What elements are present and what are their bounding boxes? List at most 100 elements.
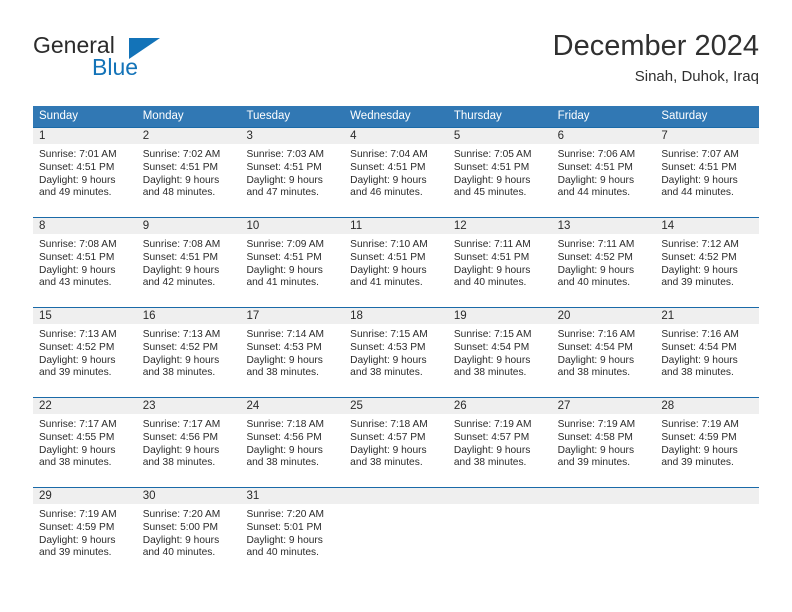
day-cell[interactable]: 28 Sunrise: 7:19 AM Sunset: 4:59 PM Dayl…	[655, 397, 760, 487]
sunset-text: Sunset: 4:54 PM	[557, 341, 633, 353]
day-cell[interactable]: 17 Sunrise: 7:14 AM Sunset: 4:53 PM Dayl…	[240, 307, 345, 397]
day-details: Sunrise: 7:11 AM Sunset: 4:51 PM Dayligh…	[448, 234, 552, 290]
day-cell[interactable]: 20 Sunrise: 7:16 AM Sunset: 4:54 PM Dayl…	[551, 307, 656, 397]
sunrise-text: Sunrise: 7:19 AM	[661, 419, 739, 430]
sunset-text: Sunset: 4:59 PM	[39, 521, 115, 533]
day-cell[interactable]: 24 Sunrise: 7:18 AM Sunset: 4:56 PM Dayl…	[240, 397, 345, 487]
general-blue-logo[interactable]: General Blue	[33, 32, 243, 90]
day-number: 21	[661, 310, 675, 322]
sunrise-text: Sunrise: 7:19 AM	[557, 419, 636, 430]
day-cell[interactable]: 21 Sunrise: 7:16 AM Sunset: 4:54 PM Dayl…	[655, 307, 760, 397]
day-number-band: 13	[551, 217, 656, 234]
daylight-text-line2: and 38 minutes.	[39, 457, 112, 469]
sunset-text: Sunset: 4:52 PM	[142, 341, 219, 353]
weekday-header-monday: Monday	[142, 110, 184, 122]
day-details: Sunrise: 7:20 AM Sunset: 5:01 PM Dayligh…	[240, 504, 344, 560]
day-details: Sunrise: 7:08 AM Sunset: 4:51 PM Dayligh…	[33, 234, 137, 290]
day-number-band: 6	[551, 127, 656, 144]
day-cell[interactable]: 7 Sunrise: 7:07 AM Sunset: 4:51 PM Dayli…	[655, 127, 760, 217]
day-cell-empty	[447, 487, 552, 577]
sunset-text: Sunset: 4:56 PM	[246, 431, 322, 443]
daylight-text-line1: Daylight: 9 hours	[661, 264, 738, 276]
day-cell[interactable]: 10 Sunrise: 7:09 AM Sunset: 4:51 PM Dayl…	[240, 217, 345, 307]
day-cell[interactable]: 29 Sunrise: 7:19 AM Sunset: 4:59 PM Dayl…	[33, 487, 137, 577]
sunset-text: Sunset: 4:53 PM	[350, 341, 426, 353]
weekday-header-thursday: Thursday	[453, 110, 502, 122]
day-details	[344, 504, 448, 509]
sunrise-text: Sunrise: 7:20 AM	[142, 509, 221, 520]
day-cell[interactable]: 25 Sunrise: 7:18 AM Sunset: 4:57 PM Dayl…	[344, 397, 448, 487]
day-cell[interactable]: 26 Sunrise: 7:19 AM Sunset: 4:57 PM Dayl…	[447, 397, 552, 487]
daylight-text-line2: and 38 minutes.	[557, 367, 631, 379]
sunset-text: Sunset: 4:54 PM	[453, 341, 530, 353]
daylight-text-line1: Daylight: 9 hours	[557, 174, 635, 186]
sunset-text: Sunset: 4:52 PM	[39, 341, 115, 353]
sunset-text: Sunset: 4:57 PM	[453, 431, 530, 443]
sunset-text: Sunset: 4:51 PM	[246, 161, 322, 173]
sunrise-text: Sunrise: 7:11 AM	[557, 239, 635, 250]
daylight-text-line2: and 39 minutes.	[39, 547, 112, 559]
day-cell[interactable]: 13 Sunrise: 7:11 AM Sunset: 4:52 PM Dayl…	[551, 217, 656, 307]
sunset-text: Sunset: 4:59 PM	[661, 431, 737, 443]
day-number-band: 30	[136, 487, 241, 504]
day-cell[interactable]: 19 Sunrise: 7:15 AM Sunset: 4:54 PM Dayl…	[447, 307, 552, 397]
day-number-band: 17	[240, 307, 345, 324]
week-row: 29 Sunrise: 7:19 AM Sunset: 4:59 PM Dayl…	[33, 487, 760, 577]
sunset-text: Sunset: 4:51 PM	[142, 251, 219, 263]
day-cell[interactable]: 3 Sunrise: 7:03 AM Sunset: 4:51 PM Dayli…	[240, 127, 345, 217]
day-cell[interactable]: 15 Sunrise: 7:13 AM Sunset: 4:52 PM Dayl…	[33, 307, 137, 397]
daylight-text-line2: and 39 minutes.	[39, 367, 112, 379]
sunset-text: Sunset: 4:51 PM	[453, 161, 530, 173]
sunset-text: Sunset: 5:01 PM	[246, 521, 322, 533]
day-cell[interactable]: 30 Sunrise: 7:20 AM Sunset: 5:00 PM Dayl…	[136, 487, 241, 577]
sunset-text: Sunset: 4:51 PM	[661, 161, 737, 173]
day-cell[interactable]: 9 Sunrise: 7:08 AM Sunset: 4:51 PM Dayli…	[136, 217, 241, 307]
day-cell[interactable]: 11 Sunrise: 7:10 AM Sunset: 4:51 PM Dayl…	[344, 217, 448, 307]
day-details: Sunrise: 7:15 AM Sunset: 4:53 PM Dayligh…	[344, 324, 448, 380]
sunset-text: Sunset: 4:54 PM	[661, 341, 737, 353]
day-cell[interactable]: 27 Sunrise: 7:19 AM Sunset: 4:58 PM Dayl…	[551, 397, 656, 487]
day-cell[interactable]: 31 Sunrise: 7:20 AM Sunset: 5:01 PM Dayl…	[240, 487, 345, 577]
day-number: 8	[39, 220, 46, 232]
day-number: 18	[350, 310, 363, 322]
day-cell[interactable]: 14 Sunrise: 7:12 AM Sunset: 4:52 PM Dayl…	[655, 217, 760, 307]
day-cell[interactable]: 18 Sunrise: 7:15 AM Sunset: 4:53 PM Dayl…	[344, 307, 448, 397]
day-cell[interactable]: 2 Sunrise: 7:02 AM Sunset: 4:51 PM Dayli…	[136, 127, 241, 217]
daylight-text-line1: Daylight: 9 hours	[246, 534, 323, 546]
daylight-text-line2: and 40 minutes.	[453, 277, 527, 289]
sunrise-text: Sunrise: 7:16 AM	[557, 329, 636, 340]
daylight-text-line2: and 40 minutes.	[246, 547, 319, 559]
day-number: 12	[453, 220, 467, 232]
day-details: Sunrise: 7:17 AM Sunset: 4:55 PM Dayligh…	[33, 414, 137, 470]
day-number-band: 12	[447, 217, 552, 234]
sunrise-text: Sunrise: 7:19 AM	[453, 419, 532, 430]
day-cell[interactable]: 4 Sunrise: 7:04 AM Sunset: 4:51 PM Dayli…	[344, 127, 448, 217]
daylight-text-line1: Daylight: 9 hours	[557, 354, 635, 366]
sunrise-text: Sunrise: 7:08 AM	[39, 239, 117, 250]
day-number: 17	[246, 310, 260, 322]
daylight-text-line1: Daylight: 9 hours	[453, 264, 531, 276]
day-cell[interactable]: 23 Sunrise: 7:17 AM Sunset: 4:56 PM Dayl…	[136, 397, 241, 487]
daylight-text-line2: and 38 minutes.	[350, 367, 423, 379]
day-cell[interactable]: 6 Sunrise: 7:06 AM Sunset: 4:51 PM Dayli…	[551, 127, 656, 217]
day-number-band: 16	[136, 307, 241, 324]
day-cell[interactable]: 12 Sunrise: 7:11 AM Sunset: 4:51 PM Dayl…	[447, 217, 552, 307]
day-number-band: 27	[551, 397, 656, 414]
daylight-text-line2: and 38 minutes.	[142, 367, 216, 379]
day-details: Sunrise: 7:02 AM Sunset: 4:51 PM Dayligh…	[137, 144, 241, 200]
day-number-band: 3	[240, 127, 345, 144]
day-cell[interactable]: 8 Sunrise: 7:08 AM Sunset: 4:51 PM Dayli…	[33, 217, 137, 307]
day-cell-empty	[344, 487, 448, 577]
day-cell[interactable]: 16 Sunrise: 7:13 AM Sunset: 4:52 PM Dayl…	[136, 307, 241, 397]
day-details: Sunrise: 7:16 AM Sunset: 4:54 PM Dayligh…	[655, 324, 759, 380]
day-number: 6	[557, 130, 564, 142]
sunset-text: Sunset: 4:57 PM	[350, 431, 426, 443]
day-number-band: 24	[240, 397, 345, 414]
daylight-text-line1: Daylight: 9 hours	[142, 534, 220, 546]
day-cell[interactable]: 22 Sunrise: 7:17 AM Sunset: 4:55 PM Dayl…	[33, 397, 137, 487]
day-details: Sunrise: 7:18 AM Sunset: 4:56 PM Dayligh…	[240, 414, 344, 470]
day-cell[interactable]: 1 Sunrise: 7:01 AM Sunset: 4:51 PM Dayli…	[33, 127, 137, 217]
daylight-text-line1: Daylight: 9 hours	[142, 174, 220, 186]
day-cell[interactable]: 5 Sunrise: 7:05 AM Sunset: 4:51 PM Dayli…	[447, 127, 552, 217]
sunrise-text: Sunrise: 7:15 AM	[453, 329, 532, 340]
